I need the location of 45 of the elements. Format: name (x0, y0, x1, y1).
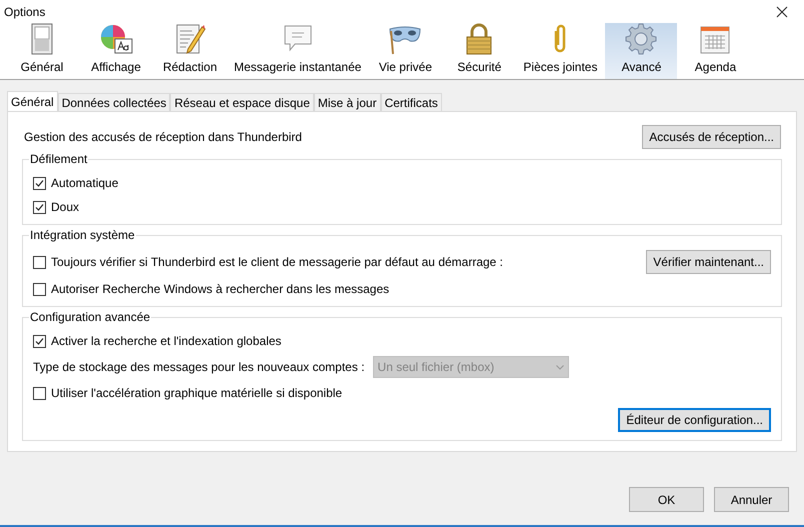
config-editor-button[interactable]: Éditeur de configuration... (618, 408, 771, 432)
notepad-pencil-icon (174, 23, 206, 55)
padlock-icon (464, 23, 494, 55)
tab[interactable]: Certificats (380, 93, 442, 111)
gear-icon (625, 23, 658, 55)
checkbox[interactable] (33, 256, 46, 268)
checkbox-label: Toujours vérifier si Thunderbird est le client de messagerie par défaut au démarrage : (51, 254, 504, 271)
category-tab[interactable]: Avancé (605, 23, 678, 79)
checkbox-label: Automatique (51, 175, 118, 192)
checkbox[interactable] (33, 386, 46, 400)
category-tab[interactable]: Pièces jointes (517, 23, 604, 79)
window-title: Options (4, 4, 46, 21)
tab[interactable]: Général (7, 91, 58, 111)
calendar-icon (700, 25, 730, 55)
dialog-button[interactable]: Annuler (714, 487, 789, 512)
select-label: Type de stockage des messages pour les nouveaux comptes : (33, 359, 365, 376)
checkbox-label: Utiliser l'accélération graphique matérielle si disponible (51, 385, 342, 402)
group-title: Configuration avancée (29, 310, 152, 324)
checkbox-label: Doux (51, 199, 80, 216)
checkbox[interactable] (33, 334, 46, 348)
checkbox[interactable] (33, 200, 46, 214)
checkbox[interactable] (33, 282, 46, 296)
category-tab[interactable]: Vie privée (369, 23, 442, 79)
color-wheel-icon (99, 23, 133, 55)
category-tab[interactable]: Agenda (679, 23, 752, 79)
close-icon[interactable] (776, 6, 788, 18)
category-tab[interactable]: Général (6, 23, 78, 79)
tab[interactable]: Réseau et espace disque (170, 93, 314, 111)
receipts-button[interactable]: Accusés de réception... (642, 125, 781, 149)
category-tab[interactable]: Affichage (80, 23, 152, 79)
switch-icon (31, 23, 53, 55)
group-title: Défilement (29, 152, 88, 166)
tab[interactable]: Mise à jour (314, 93, 381, 111)
chevron-down-icon (556, 364, 564, 370)
receipts-label: Gestion des accusés de réception dans Thunderbird (24, 129, 302, 146)
category-tab[interactable]: Rédaction (154, 23, 226, 79)
checkbox[interactable] (33, 176, 46, 190)
checkbox-label: Autoriser Recherche Windows à rechercher dans les messages (51, 281, 390, 298)
check-now-button[interactable]: Vérifier maintenant... (646, 250, 771, 274)
dialog-button[interactable]: OK (629, 487, 704, 512)
checkbox-label: Activer la recherche et l'indexation globales (51, 333, 282, 350)
category-tab[interactable]: Sécurité (443, 23, 516, 79)
group-title: Intégration système (29, 228, 136, 242)
tab[interactable]: Données collectées (58, 93, 170, 111)
category-tab[interactable]: Messagerie instantanée (228, 23, 368, 79)
